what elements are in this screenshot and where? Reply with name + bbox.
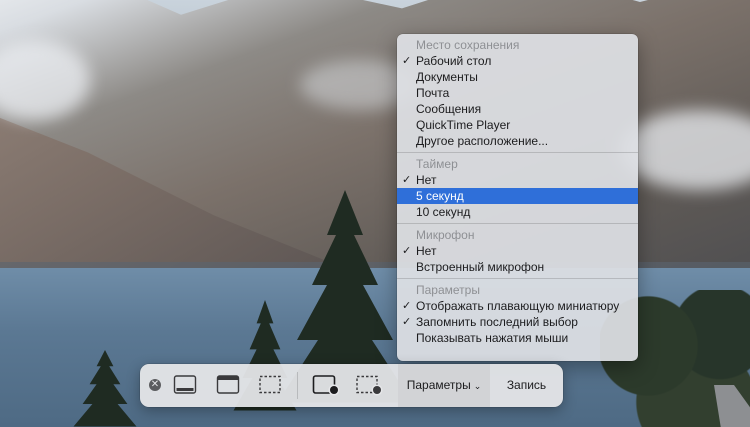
menu-item-label: Другое расположение... — [416, 134, 549, 148]
menu-item-mic-none[interactable]: ✓ Нет — [397, 243, 638, 259]
capture-entire-screen-icon[interactable] — [173, 374, 197, 396]
menu-item-label: Рабочий стол — [416, 54, 492, 68]
capture-window-icon[interactable] — [216, 374, 240, 396]
menu-item-documents[interactable]: Документы — [397, 69, 638, 85]
menu-separator — [397, 278, 638, 279]
menu-item-mail[interactable]: Почта — [397, 85, 638, 101]
menu-item-label: Нет — [416, 244, 437, 258]
checkmark-icon: ✓ — [402, 174, 412, 186]
menu-item-label: 5 секунд — [416, 189, 464, 203]
menu-item-label: QuickTime Player — [416, 118, 511, 132]
menu-header-options: Параметры — [416, 283, 480, 297]
options-menu: Место сохранения ✓ Рабочий стол Документы… — [397, 34, 638, 361]
menu-header-timer: Таймер — [416, 157, 458, 171]
menu-item-timer-none[interactable]: ✓ Нет — [397, 172, 638, 188]
menu-item-quicktime[interactable]: QuickTime Player — [397, 117, 638, 133]
menu-item-label: Отображать плавающую миниатюру — [416, 299, 620, 313]
menu-item-label: Встроенный микрофон — [416, 260, 545, 274]
checkmark-icon: ✓ — [402, 300, 412, 312]
record-button[interactable]: Запись — [490, 364, 563, 407]
menu-item-label: Документы — [416, 70, 478, 84]
menu-item-messages[interactable]: Сообщения — [397, 101, 638, 117]
menu-item-label: 10 секунд — [416, 205, 471, 219]
menu-item-mic-builtin[interactable]: Встроенный микрофон — [397, 259, 638, 275]
checkmark-icon: ✓ — [402, 316, 412, 328]
menu-item-timer-5s[interactable]: 5 секунд — [397, 188, 638, 204]
menu-item-other-location[interactable]: Другое расположение... — [397, 133, 638, 149]
capture-selection-icon[interactable] — [258, 374, 282, 396]
checkmark-icon: ✓ — [402, 245, 412, 257]
menu-header-microphone: Микрофон — [416, 228, 475, 242]
chevron-down-icon: ⌄ — [473, 381, 482, 391]
options-button-label: Параметры — [406, 378, 471, 392]
menu-item-floating-thumbnail[interactable]: ✓ Отображать плавающую миниатюру — [397, 298, 638, 314]
record-selection-icon[interactable] — [355, 374, 383, 396]
menu-item-label: Нет — [416, 173, 437, 187]
menu-item-label: Сообщения — [416, 102, 482, 116]
menu-header-save-location: Место сохранения — [416, 38, 520, 52]
menu-item-label: Почта — [416, 86, 450, 100]
menu-item-remember-last[interactable]: ✓ Запомнить последний выбор — [397, 314, 638, 330]
menu-item-timer-10s[interactable]: 10 секунд — [397, 204, 638, 220]
close-icon[interactable]: ✕ — [149, 379, 161, 391]
menu-item-label: Запомнить последний выбор — [416, 315, 578, 329]
options-button[interactable]: Параметры ⌄ — [398, 364, 490, 407]
menu-separator — [397, 223, 638, 224]
menu-item-label: Показывать нажатия мыши — [416, 331, 569, 345]
checkmark-icon: ✓ — [402, 55, 412, 67]
menu-separator — [397, 152, 638, 153]
menu-item-desktop[interactable]: ✓ Рабочий стол — [397, 53, 638, 69]
menu-item-show-clicks[interactable]: Показывать нажатия мыши — [397, 330, 638, 346]
toolbar-divider — [297, 372, 298, 399]
record-entire-screen-icon[interactable] — [312, 374, 340, 396]
screenshot-toolbar: ✕ Параметры ⌄ Запись — [140, 364, 563, 407]
